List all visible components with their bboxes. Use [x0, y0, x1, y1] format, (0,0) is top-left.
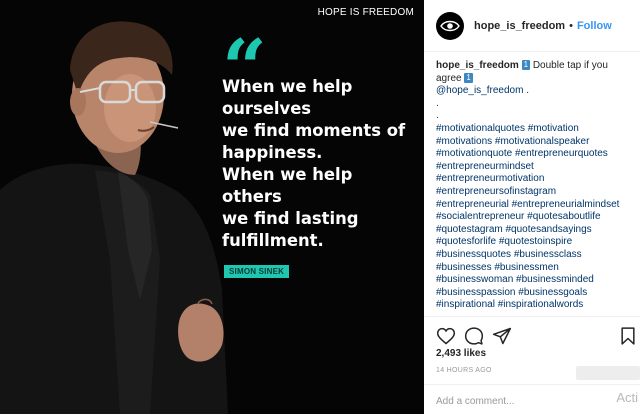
caption-text: Double tap if you — [532, 60, 608, 71]
quote-line: we find moments of — [222, 121, 406, 140]
caption-dot: . — [436, 97, 439, 109]
keycap-one-icon: 1 — [521, 60, 531, 70]
hashtag-line[interactable]: #businessquotes #businessclass — [436, 249, 636, 262]
heart-icon[interactable] — [436, 326, 456, 346]
quote-line: fulfillment. — [222, 231, 324, 250]
hashtag-line[interactable]: #motivationquote #entrepreneurquotes — [436, 148, 636, 161]
hashtag-line[interactable]: #entrepreneurial #entrepreneurialmindset — [436, 199, 636, 212]
caption-mention-suffix: . — [523, 85, 529, 97]
caption-text: agree — [436, 72, 462, 84]
avatar[interactable] — [436, 11, 464, 40]
post-timestamp[interactable]: 14 HOURS AGO — [436, 367, 492, 374]
quote-text: When we help ourselves we find moments o… — [222, 76, 422, 252]
hashtag-line[interactable]: #businesses #businessmen — [436, 262, 636, 275]
hashtag-line[interactable]: #motivationalquotes #motivation — [436, 123, 636, 136]
hashtag-line[interactable]: #quotesforlife #quotestoinspire — [436, 236, 636, 249]
caption: hope_is_freedom 1 Double tap if you agre… — [436, 60, 636, 314]
hashtag-line[interactable]: #quotestagram #quotesandsayings — [436, 224, 636, 237]
comment-input[interactable] — [436, 393, 596, 409]
keycap-one-icon: 1 — [464, 72, 473, 83]
brand-wordmark: HOPE IS FREEDOM — [317, 7, 414, 18]
quote-line: When we help — [222, 165, 353, 184]
speaker-photo — [0, 0, 240, 414]
caption-mention-line: @hope_is_freedom . — [436, 85, 636, 98]
comment-row — [424, 384, 640, 414]
post-image[interactable]: HOPE IS FREEDOM “ When we help ourselves… — [0, 0, 424, 414]
hashtag-line[interactable]: #motivations #motivationalspeaker — [436, 136, 636, 149]
post-header: hope_is_freedom • Follow — [424, 0, 640, 52]
quote-line: ourselves — [222, 99, 312, 118]
bookmark-icon[interactable] — [618, 326, 638, 346]
caption-username[interactable]: hope_is_freedom — [436, 60, 519, 71]
share-icon[interactable] — [492, 326, 512, 346]
quote-line: happiness. — [222, 143, 323, 162]
faded-overlay — [576, 366, 640, 380]
header-username[interactable]: hope_is_freedom — [474, 20, 565, 32]
os-watermark: Acti — [616, 390, 638, 405]
hashtag-line[interactable]: #entrepreneurmindset — [436, 161, 636, 174]
hashtag-line[interactable]: #inspirational #inspirationalwords — [436, 299, 636, 312]
hashtag-line[interactable]: #socialentrepreneur #quotesaboutlife — [436, 211, 636, 224]
caption-first-line: hope_is_freedom 1 Double tap if you — [436, 60, 636, 73]
quote-line: others — [222, 187, 282, 206]
post-sidebar: hope_is_freedom • Follow hope_is_freedom… — [424, 0, 640, 414]
likes-count[interactable]: 2,493 likes — [436, 348, 486, 359]
separator-dot: • — [569, 19, 573, 32]
caption-dot: . — [436, 110, 439, 122]
quote-line: When we help — [222, 77, 353, 96]
author-tag: SIMON SINEK — [224, 265, 290, 278]
follow-button[interactable]: Follow — [577, 20, 612, 32]
hashtag-line[interactable]: #entrepreneursofinstagram — [436, 186, 636, 199]
eye-logo-icon — [440, 20, 460, 31]
caption-mention[interactable]: @hope_is_freedom — [436, 85, 523, 96]
caption-second-line: agree 1 — [436, 72, 636, 86]
hashtag-line[interactable]: #businesspassion #businessgoals — [436, 287, 636, 300]
comment-icon[interactable] — [464, 326, 484, 346]
quote-line: we find lasting — [222, 209, 359, 228]
hashtag-line[interactable]: #businesswoman #businessminded — [436, 274, 636, 287]
hashtag-line[interactable]: #entrepreneurmotivation — [436, 173, 636, 186]
